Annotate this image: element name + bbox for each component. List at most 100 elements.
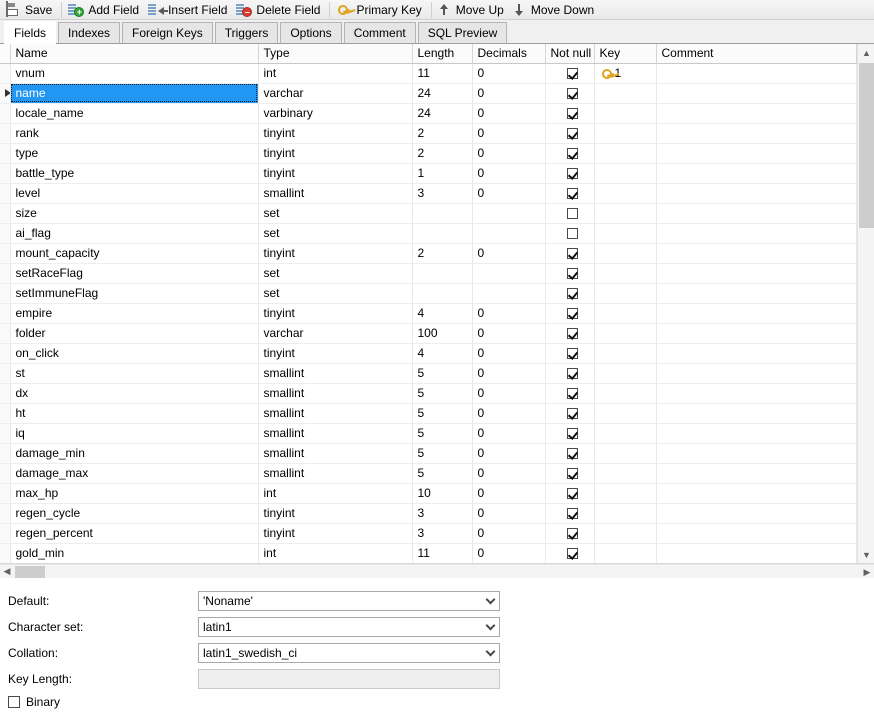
cell-key[interactable] <box>594 203 657 224</box>
cell-comment[interactable] <box>656 503 857 524</box>
cell-field-decimals[interactable]: 0 <box>472 403 546 424</box>
table-row[interactable]: st smallint 5 0 <box>0 363 857 384</box>
cell-field-length[interactable]: 2 <box>412 143 473 164</box>
cell-field-decimals[interactable] <box>472 263 546 284</box>
checkbox-checked-icon[interactable] <box>566 508 578 520</box>
cell-field-length[interactable]: 4 <box>412 343 473 364</box>
cell-field-name[interactable]: st <box>10 363 259 384</box>
cell-field-decimals[interactable]: 0 <box>472 363 546 384</box>
cell-field-name[interactable]: name <box>10 83 259 104</box>
cell-field-name[interactable]: ht <box>10 403 259 424</box>
cell-key[interactable] <box>594 283 657 304</box>
table-row[interactable]: folder varchar 100 0 <box>0 323 857 344</box>
table-row[interactable]: ai_flag set <box>0 223 857 244</box>
cell-field-decimals[interactable]: 0 <box>472 183 546 204</box>
column-header-name[interactable]: Name <box>10 44 259 64</box>
cell-field-length[interactable]: 3 <box>412 183 473 204</box>
vertical-scroll-thumb[interactable] <box>859 63 874 228</box>
table-row[interactable]: name varchar 24 0 <box>0 83 857 104</box>
cell-key[interactable]: 1 <box>594 63 657 84</box>
scroll-left-arrow[interactable]: ◀ <box>0 565 14 579</box>
cell-field-length[interactable] <box>412 283 473 304</box>
cell-field-name[interactable]: dx <box>10 383 259 404</box>
cell-comment[interactable] <box>656 303 857 324</box>
cell-key[interactable] <box>594 143 657 164</box>
cell-not-null[interactable] <box>545 283 595 304</box>
checkbox-checked-icon[interactable] <box>566 168 578 180</box>
scroll-down-arrow[interactable]: ▼ <box>858 546 874 563</box>
cell-field-type[interactable]: tinyint <box>258 303 413 324</box>
checkbox-unchecked-icon[interactable] <box>566 228 578 240</box>
cell-comment[interactable] <box>656 103 857 124</box>
row-indicator[interactable] <box>0 143 11 164</box>
cell-field-type[interactable]: smallint <box>258 383 413 404</box>
checkbox-checked-icon[interactable] <box>566 488 578 500</box>
cell-field-length[interactable]: 5 <box>412 423 473 444</box>
cell-not-null[interactable] <box>545 343 595 364</box>
key-length-input[interactable] <box>198 669 500 689</box>
cell-field-type[interactable]: set <box>258 263 413 284</box>
cell-field-type[interactable]: smallint <box>258 363 413 384</box>
cell-field-decimals[interactable] <box>472 283 546 304</box>
cell-field-decimals[interactable]: 0 <box>472 163 546 184</box>
cell-not-null[interactable] <box>545 483 595 504</box>
cell-key[interactable] <box>594 223 657 244</box>
cell-field-name[interactable]: setRaceFlag <box>10 263 259 284</box>
cell-field-length[interactable]: 3 <box>412 503 473 524</box>
cell-field-decimals[interactable]: 0 <box>472 303 546 324</box>
cell-field-length[interactable]: 100 <box>412 323 473 344</box>
cell-field-decimals[interactable]: 0 <box>472 503 546 524</box>
cell-field-name[interactable]: mount_capacity <box>10 243 259 264</box>
table-row[interactable]: rank tinyint 2 0 <box>0 123 857 144</box>
cell-field-type[interactable]: smallint <box>258 463 413 484</box>
table-row[interactable]: empire tinyint 4 0 <box>0 303 857 324</box>
cell-field-length[interactable]: 5 <box>412 363 473 384</box>
column-header-type[interactable]: Type <box>258 44 413 64</box>
cell-field-name[interactable]: iq <box>10 423 259 444</box>
tab-foreign-keys[interactable]: Foreign Keys <box>122 22 213 43</box>
cell-comment[interactable] <box>656 263 857 284</box>
cell-field-name[interactable]: regen_percent <box>10 523 259 544</box>
cell-field-decimals[interactable]: 0 <box>472 483 546 504</box>
row-indicator[interactable] <box>0 463 11 484</box>
table-row[interactable]: iq smallint 5 0 <box>0 423 857 444</box>
binary-row[interactable]: Binary <box>8 692 874 712</box>
cell-key[interactable] <box>594 343 657 364</box>
cell-key[interactable] <box>594 383 657 404</box>
column-header-comment[interactable]: Comment <box>656 44 857 64</box>
delete-field-button[interactable]: – Delete Field <box>233 0 326 19</box>
cell-comment[interactable] <box>656 183 857 204</box>
cell-field-decimals[interactable]: 0 <box>472 343 546 364</box>
cell-field-length[interactable]: 2 <box>412 123 473 144</box>
cell-field-name[interactable]: type <box>10 143 259 164</box>
cell-comment[interactable] <box>656 63 857 84</box>
cell-key[interactable] <box>594 543 657 563</box>
table-row[interactable]: dx smallint 5 0 <box>0 383 857 404</box>
checkbox-checked-icon[interactable] <box>566 408 578 420</box>
cell-field-decimals[interactable]: 0 <box>472 143 546 164</box>
cell-not-null[interactable] <box>545 543 595 563</box>
cell-field-name[interactable]: rank <box>10 123 259 144</box>
insert-field-button[interactable]: Insert Field <box>145 0 233 19</box>
table-row[interactable]: ht smallint 5 0 <box>0 403 857 424</box>
cell-field-length[interactable] <box>412 263 473 284</box>
tab-options[interactable]: Options <box>280 22 342 43</box>
cell-not-null[interactable] <box>545 163 595 184</box>
cell-field-decimals[interactable] <box>472 223 546 244</box>
cell-key[interactable] <box>594 483 657 504</box>
cell-field-type[interactable]: tinyint <box>258 163 413 184</box>
cell-field-type[interactable]: varchar <box>258 323 413 344</box>
checkbox-checked-icon[interactable] <box>566 548 578 560</box>
cell-not-null[interactable] <box>545 243 595 264</box>
cell-field-length[interactable]: 5 <box>412 443 473 464</box>
row-indicator[interactable] <box>0 303 11 324</box>
cell-field-name[interactable]: vnum <box>10 63 259 84</box>
checkbox-checked-icon[interactable] <box>566 288 578 300</box>
cell-comment[interactable] <box>656 323 857 344</box>
cell-comment[interactable] <box>656 403 857 424</box>
cell-not-null[interactable] <box>545 443 595 464</box>
row-indicator[interactable] <box>0 63 11 84</box>
cell-field-name[interactable]: damage_max <box>10 463 259 484</box>
cell-comment[interactable] <box>656 123 857 144</box>
cell-field-length[interactable]: 5 <box>412 463 473 484</box>
